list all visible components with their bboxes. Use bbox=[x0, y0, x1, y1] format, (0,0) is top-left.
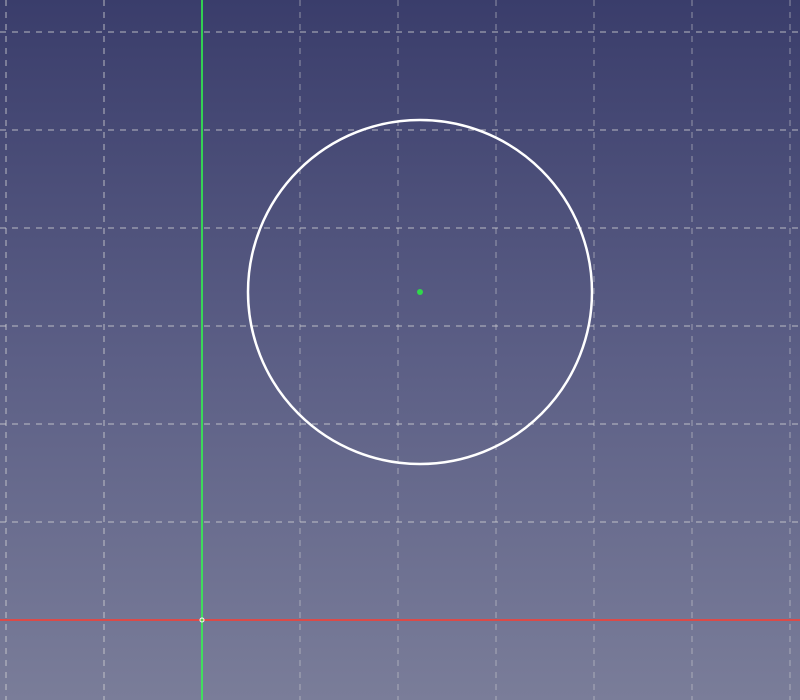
sketch-canvas[interactable] bbox=[0, 0, 800, 700]
cad-3d-viewport[interactable] bbox=[0, 0, 800, 700]
grid bbox=[0, 0, 800, 700]
circle-center-marker[interactable] bbox=[417, 289, 423, 295]
